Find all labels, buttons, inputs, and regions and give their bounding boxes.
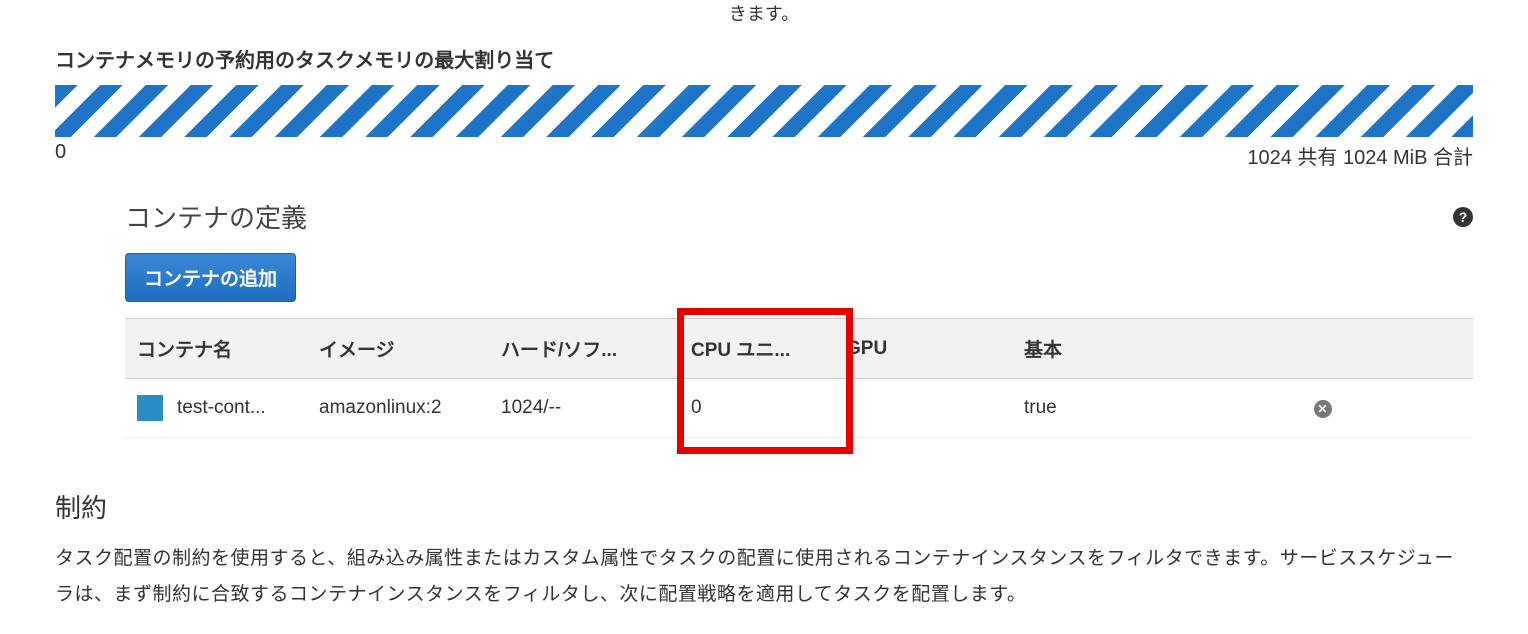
container-gpu-cell: [834, 379, 1012, 438]
col-header-memory[interactable]: ハード/ソフ...: [489, 319, 679, 379]
memory-usage-bar: [55, 85, 1473, 137]
col-header-cpu[interactable]: CPU ユニ...: [679, 319, 834, 379]
container-cpu-cell: 0: [679, 379, 834, 438]
delete-icon[interactable]: ✕: [1314, 400, 1332, 418]
container-table-wrap: コンテナ名 イメージ ハード/ソフ... CPU ユニ... GPU 基本: [125, 318, 1473, 438]
memory-allocation-heading: コンテナメモリの予約用のタスクメモリの最大割り当て: [55, 44, 1473, 73]
memory-bar-max-label: 1024 共有 1024 MiB 合計: [1247, 141, 1473, 170]
container-memory-cell: 1024/--: [489, 379, 679, 438]
container-name-cell[interactable]: test-cont...: [125, 379, 307, 438]
table-row: test-cont... amazonlinux:2 1024/-- 0 tru…: [125, 379, 1473, 438]
add-container-button[interactable]: コンテナの追加: [125, 253, 296, 302]
help-icon[interactable]: ?: [1453, 207, 1473, 227]
memory-bar-min-label: 0: [55, 141, 66, 170]
col-header-actions: [1172, 319, 1473, 379]
container-image-cell: amazonlinux:2: [307, 379, 489, 438]
constraints-heading: 制約: [55, 488, 1473, 525]
col-header-name[interactable]: コンテナ名: [125, 319, 307, 379]
container-name-text: test-cont...: [177, 397, 266, 419]
constraints-description: タスク配置の制約を使用すると、組み込み属性またはカスタム属性でタスクの配置に使用…: [55, 541, 1473, 613]
container-table: コンテナ名 イメージ ハード/ソフ... CPU ユニ... GPU 基本: [125, 318, 1473, 438]
col-header-image[interactable]: イメージ: [307, 319, 489, 379]
container-essential-cell: true: [1012, 379, 1172, 438]
col-header-gpu[interactable]: GPU: [834, 319, 1012, 379]
container-color-swatch: [137, 395, 163, 421]
col-header-essential[interactable]: 基本: [1012, 319, 1172, 379]
container-definitions-heading: コンテナの定義: [125, 198, 307, 235]
prior-section-fragment: きます。: [0, 0, 1528, 26]
container-delete-cell: ✕: [1172, 379, 1473, 438]
